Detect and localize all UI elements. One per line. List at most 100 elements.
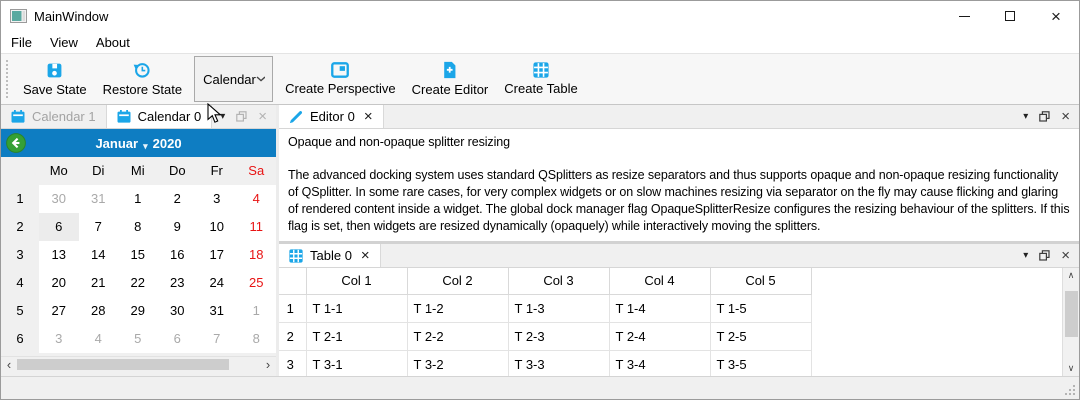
calendar-day[interactable]: 24 bbox=[197, 269, 237, 297]
calendar-day[interactable]: 7 bbox=[197, 325, 237, 353]
calendar-day[interactable]: 11 bbox=[237, 213, 277, 241]
calendar-horizontal-scrollbar[interactable]: ‹ › bbox=[1, 356, 276, 371]
float-window-icon[interactable] bbox=[1039, 111, 1050, 122]
calendar-day[interactable]: 7 bbox=[79, 213, 119, 241]
dock-menu-caret-icon[interactable]: ▾ bbox=[1023, 250, 1028, 261]
calendar-day[interactable]: 21 bbox=[79, 269, 119, 297]
calendar-day[interactable]: 3 bbox=[39, 325, 79, 353]
calendar-month[interactable]: Januar bbox=[95, 136, 138, 151]
float-window-icon[interactable] bbox=[1039, 250, 1050, 261]
restore-state-button[interactable]: Restore State bbox=[95, 55, 191, 103]
table-cell[interactable]: T 1-4 bbox=[609, 294, 710, 322]
calendar-day[interactable]: 25 bbox=[237, 269, 277, 297]
calendar-day[interactable]: 16 bbox=[158, 241, 198, 269]
calendar-day[interactable]: 31 bbox=[197, 297, 237, 325]
calendar-day[interactable]: 28 bbox=[79, 297, 119, 325]
menu-view[interactable]: View bbox=[41, 33, 87, 52]
maximize-button[interactable] bbox=[987, 1, 1033, 31]
table-cell[interactable]: T 3-1 bbox=[306, 350, 407, 376]
column-header[interactable]: Col 2 bbox=[407, 268, 508, 294]
toolbar-drag-handle[interactable] bbox=[6, 60, 8, 98]
calendar-year[interactable]: 2020 bbox=[153, 136, 182, 151]
calendar-day[interactable]: 3 bbox=[197, 185, 237, 213]
calendar-day[interactable]: 4 bbox=[237, 185, 277, 213]
calendar-day[interactable]: 9 bbox=[158, 213, 198, 241]
scroll-right-icon[interactable]: › bbox=[260, 357, 276, 372]
scrollbar-thumb[interactable] bbox=[1065, 291, 1078, 337]
close-tab-icon[interactable]: × bbox=[361, 248, 370, 263]
scrollbar-thumb[interactable] bbox=[17, 359, 229, 370]
create-perspective-button[interactable]: Create Perspective bbox=[277, 55, 404, 103]
table-cell[interactable]: T 1-2 bbox=[407, 294, 508, 322]
calendar-day[interactable]: 8 bbox=[118, 213, 158, 241]
close-dock-icon[interactable]: × bbox=[1061, 109, 1070, 124]
float-window-icon[interactable] bbox=[236, 111, 247, 122]
menu-about[interactable]: About bbox=[87, 33, 139, 52]
table-cell[interactable]: T 1-5 bbox=[710, 294, 811, 322]
calendar-day[interactable]: 13 bbox=[39, 241, 79, 269]
calendar-day[interactable]: 4 bbox=[79, 325, 119, 353]
save-state-button[interactable]: Save State bbox=[15, 55, 95, 103]
close-button[interactable]: × bbox=[1033, 1, 1079, 31]
table-cell[interactable]: T 3-4 bbox=[609, 350, 710, 376]
table-cell[interactable]: T 1-1 bbox=[306, 294, 407, 322]
calendar-day[interactable]: 30 bbox=[158, 297, 198, 325]
calendar-day[interactable]: 17 bbox=[197, 241, 237, 269]
close-tab-icon[interactable]: × bbox=[364, 109, 373, 124]
table-cell[interactable]: T 2-2 bbox=[407, 322, 508, 350]
close-dock-icon[interactable]: × bbox=[258, 109, 267, 124]
calendar-day[interactable]: 14 bbox=[79, 241, 119, 269]
table-cell[interactable]: T 2-4 bbox=[609, 322, 710, 350]
table-vertical-scrollbar[interactable]: ∧ ∨ bbox=[1062, 268, 1079, 376]
resize-grip-icon[interactable] bbox=[1065, 385, 1076, 396]
previous-month-button[interactable] bbox=[6, 133, 26, 153]
dock-menu-caret-icon[interactable]: ▾ bbox=[220, 111, 225, 122]
table-cell[interactable]: T 1-3 bbox=[508, 294, 609, 322]
calendar-day[interactable]: 5 bbox=[118, 325, 158, 353]
table-cell[interactable]: T 3-5 bbox=[710, 350, 811, 376]
calendar-day[interactable]: 10 bbox=[197, 213, 237, 241]
data-table: Col 1 Col 2 Col 3 Col 4 Col 5 1T 1-1T 1-… bbox=[279, 268, 812, 376]
perspective-combobox[interactable]: Calendar bbox=[194, 56, 273, 102]
scroll-left-icon[interactable]: ‹ bbox=[1, 357, 17, 372]
table-cell[interactable]: T 3-3 bbox=[508, 350, 609, 376]
column-header[interactable]: Col 1 bbox=[306, 268, 407, 294]
create-table-button[interactable]: Create Table bbox=[496, 55, 585, 103]
table-cell[interactable]: T 2-1 bbox=[306, 322, 407, 350]
editor-text-area[interactable]: Opaque and non-opaque splitter resizing … bbox=[279, 129, 1079, 241]
calendar-day[interactable]: 2 bbox=[158, 185, 198, 213]
table-cell[interactable]: T 2-3 bbox=[508, 322, 609, 350]
calendar-day[interactable]: 31 bbox=[79, 185, 119, 213]
calendar-day[interactable]: 29 bbox=[118, 297, 158, 325]
scroll-down-icon[interactable]: ∨ bbox=[1068, 361, 1075, 376]
tab-calendar-1[interactable]: Calendar 1 bbox=[1, 105, 107, 128]
tab-calendar-0[interactable]: Calendar 0 bbox=[107, 105, 213, 128]
menu-file[interactable]: File bbox=[2, 33, 41, 52]
calendar-day[interactable]: 6 bbox=[39, 213, 79, 241]
calendar-month-year[interactable]: Januar ▾ 2020 bbox=[95, 136, 181, 151]
minimize-button[interactable] bbox=[941, 1, 987, 31]
calendar-day[interactable]: 1 bbox=[118, 185, 158, 213]
dock-menu-caret-icon[interactable]: ▾ bbox=[1023, 111, 1028, 122]
table-cell[interactable]: T 2-5 bbox=[710, 322, 811, 350]
tab-table-0[interactable]: Table 0 × bbox=[279, 244, 381, 267]
calendar-day[interactable]: 23 bbox=[158, 269, 198, 297]
calendar-day[interactable]: 20 bbox=[39, 269, 79, 297]
calendar-day[interactable]: 22 bbox=[118, 269, 158, 297]
calendar-dock: Calendar 1 Calendar 0 ▾ × Januar ▾ 2020 bbox=[1, 105, 276, 376]
tab-editor-0[interactable]: Editor 0 × bbox=[279, 105, 384, 128]
column-header[interactable]: Col 5 bbox=[710, 268, 811, 294]
calendar-day[interactable]: 6 bbox=[158, 325, 198, 353]
column-header[interactable]: Col 4 bbox=[609, 268, 710, 294]
calendar-day[interactable]: 30 bbox=[39, 185, 79, 213]
column-header[interactable]: Col 3 bbox=[508, 268, 609, 294]
calendar-day[interactable]: 15 bbox=[118, 241, 158, 269]
calendar-day[interactable]: 1 bbox=[237, 297, 277, 325]
calendar-day[interactable]: 27 bbox=[39, 297, 79, 325]
scroll-up-icon[interactable]: ∧ bbox=[1068, 268, 1075, 283]
table-cell[interactable]: T 3-2 bbox=[407, 350, 508, 376]
create-editor-button[interactable]: Create Editor bbox=[404, 55, 497, 103]
close-dock-icon[interactable]: × bbox=[1061, 248, 1070, 263]
calendar-day[interactable]: 8 bbox=[237, 325, 277, 353]
calendar-day[interactable]: 18 bbox=[237, 241, 277, 269]
